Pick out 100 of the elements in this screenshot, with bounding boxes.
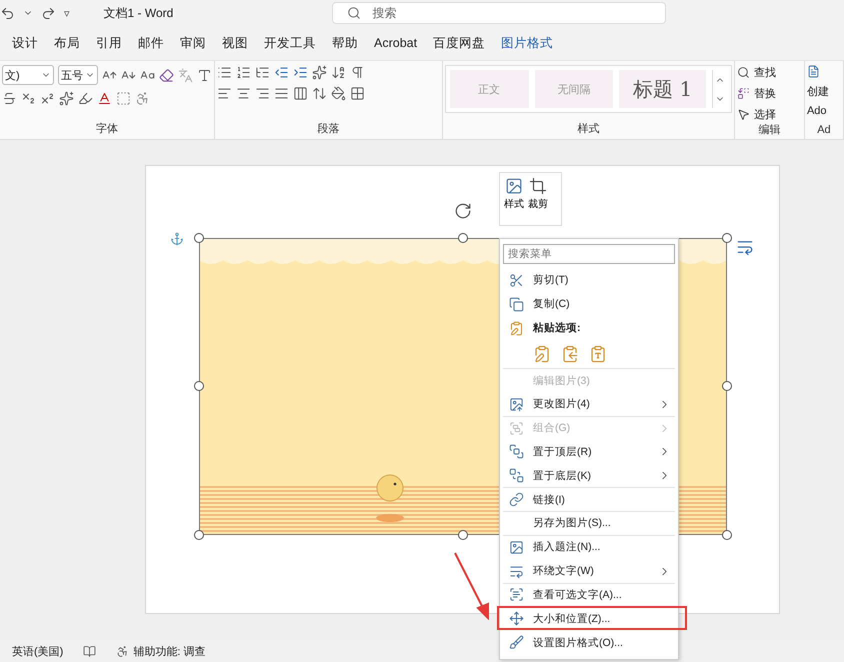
anchor-icon[interactable] <box>170 232 184 246</box>
wrap-text-icon[interactable] <box>509 564 524 579</box>
style-option[interactable]: 标题 1 <box>619 70 706 108</box>
menu-item[interactable]: 插入题注(N)... <box>503 534 675 559</box>
multilevel-list-icon[interactable] <box>255 65 270 80</box>
search-icon[interactable] <box>736 66 750 79</box>
superscript-icon[interactable] <box>40 91 55 106</box>
border-text-icon[interactable] <box>197 68 212 82</box>
shading-icon[interactable] <box>331 86 346 101</box>
sort-icon[interactable] <box>331 65 346 80</box>
subscript-icon[interactable] <box>21 91 36 106</box>
layout-options-icon[interactable] <box>736 238 754 256</box>
scissors-icon[interactable] <box>509 272 524 288</box>
picture-icon[interactable] <box>509 396 524 412</box>
menu-item[interactable]: 复制(C) <box>503 292 675 316</box>
ribbon-tab[interactable]: 布局 <box>46 34 88 52</box>
ribbon-tab[interactable]: 帮助 <box>324 34 366 52</box>
ribbon-tab[interactable]: 图片格式 <box>493 34 562 52</box>
adobe-label[interactable]: Ado <box>806 105 841 117</box>
font-color-icon[interactable] <box>97 91 112 106</box>
ribbon-tab[interactable]: 视图 <box>214 34 256 52</box>
accessibility-icon[interactable] <box>116 644 130 658</box>
menu-item[interactable]: 置于顶层(R) <box>503 440 675 464</box>
picture-text-icon[interactable] <box>509 587 524 602</box>
decrease-indent-icon[interactable] <box>274 65 289 80</box>
adobe-label[interactable]: 创建 <box>806 84 841 99</box>
group-label: 样式 <box>577 122 600 137</box>
ribbon-tab[interactable]: 审阅 <box>172 34 214 52</box>
replace-icon[interactable] <box>736 87 750 100</box>
resize-handle[interactable] <box>194 233 204 243</box>
ribbon-tab[interactable]: 开发工具 <box>256 34 324 52</box>
resize-handle[interactable] <box>458 233 468 243</box>
resize-handle[interactable] <box>194 530 204 540</box>
resize-handle[interactable] <box>458 530 468 540</box>
bring-front-icon[interactable] <box>509 444 524 460</box>
menu-item[interactable]: 大小和位置(Z)... <box>497 606 687 630</box>
editing-button[interactable]: 查找 <box>736 65 802 80</box>
pointer-icon[interactable] <box>736 108 750 121</box>
menu-item[interactable]: 置于底层(K) <box>503 463 675 488</box>
brush-icon[interactable] <box>509 635 524 650</box>
window-title: 文档1 - Word <box>104 4 174 22</box>
menu-search-field[interactable]: 搜索菜单 <box>503 244 675 264</box>
menu-item[interactable]: 查看可选文字(A)... <box>503 582 675 606</box>
language-status[interactable]: 英语(美国) <box>12 644 64 658</box>
copy-icon[interactable] <box>509 296 524 312</box>
document-icon[interactable] <box>806 65 820 78</box>
clipboard-brush-icon[interactable] <box>533 344 551 363</box>
shading-icon[interactable] <box>116 91 131 106</box>
group-label: 字体 <box>96 122 118 137</box>
clipboard-text-icon[interactable] <box>589 344 607 363</box>
ribbon-tab[interactable]: 设计 <box>4 34 46 52</box>
search-icon[interactable] <box>346 6 361 20</box>
menu-item[interactable]: 环绕文字(W) <box>503 558 675 583</box>
align-center-icon[interactable] <box>236 86 251 101</box>
strikethrough-icon[interactable] <box>2 91 17 106</box>
resize-handle[interactable] <box>722 233 732 243</box>
ribbon-tab[interactable]: 引用 <box>88 34 130 52</box>
editing-button[interactable]: 替换 <box>736 86 802 101</box>
align-left-icon[interactable] <box>217 86 232 101</box>
crop-icon[interactable] <box>529 177 547 195</box>
font-name-field[interactable]: 文) <box>2 65 54 85</box>
increase-indent-icon[interactable] <box>293 65 308 80</box>
distribute-icon[interactable] <box>293 86 308 101</box>
borders-icon[interactable] <box>350 86 365 101</box>
ribbon-tab[interactable]: 邮件 <box>130 34 172 52</box>
resize-handle[interactable] <box>722 381 732 391</box>
link-icon[interactable] <box>509 492 524 508</box>
justify-icon[interactable] <box>274 86 289 101</box>
resize-handle[interactable] <box>194 381 204 391</box>
size-position-icon[interactable] <box>509 611 524 626</box>
rotate-icon[interactable] <box>454 202 472 220</box>
toolbar-button[interactable]: 裁剪 <box>528 177 548 221</box>
menu-item[interactable]: 另存为图片(S)... <box>503 511 675 535</box>
menu-item[interactable]: 设置图片格式(O)... <box>503 630 675 654</box>
ribbon-tab[interactable]: 百度网盘 <box>425 34 494 52</box>
send-back-icon[interactable] <box>509 468 524 484</box>
text-effect-icon[interactable] <box>59 91 74 106</box>
picture-icon[interactable] <box>509 540 524 555</box>
customize-glyph[interactable]: ▿ <box>64 6 70 20</box>
clipboard-arrow-icon[interactable] <box>561 344 579 363</box>
menu-item[interactable]: 更改图片(4) <box>503 392 675 416</box>
undo-icon[interactable] <box>0 6 15 20</box>
line-spacing-icon[interactable] <box>312 86 327 101</box>
font-size-field[interactable]: 五号 <box>58 65 98 85</box>
menu-item[interactable]: 剪切(T) <box>503 268 675 292</box>
numbering-icon[interactable] <box>236 65 251 80</box>
editing-button[interactable]: 选择 <box>736 107 802 122</box>
ribbon-tab[interactable]: Acrobat <box>366 36 426 50</box>
toolbar-button[interactable]: 样式 <box>504 177 524 221</box>
align-right-icon[interactable] <box>255 86 270 101</box>
accessibility-status[interactable]: 辅助功能: 调查 <box>116 644 206 658</box>
highlighter-icon[interactable] <box>78 91 93 106</box>
clear-format-icon[interactable] <box>159 68 174 82</box>
clipboard-icon[interactable] <box>509 320 524 336</box>
picture-style-icon[interactable] <box>505 177 523 195</box>
resize-handle[interactable] <box>722 530 732 540</box>
redo-icon[interactable] <box>41 6 56 20</box>
pilcrow-icon[interactable] <box>350 65 365 80</box>
search-field[interactable]: 搜索 <box>332 2 666 24</box>
menu-item[interactable]: 链接(I) <box>503 487 675 512</box>
